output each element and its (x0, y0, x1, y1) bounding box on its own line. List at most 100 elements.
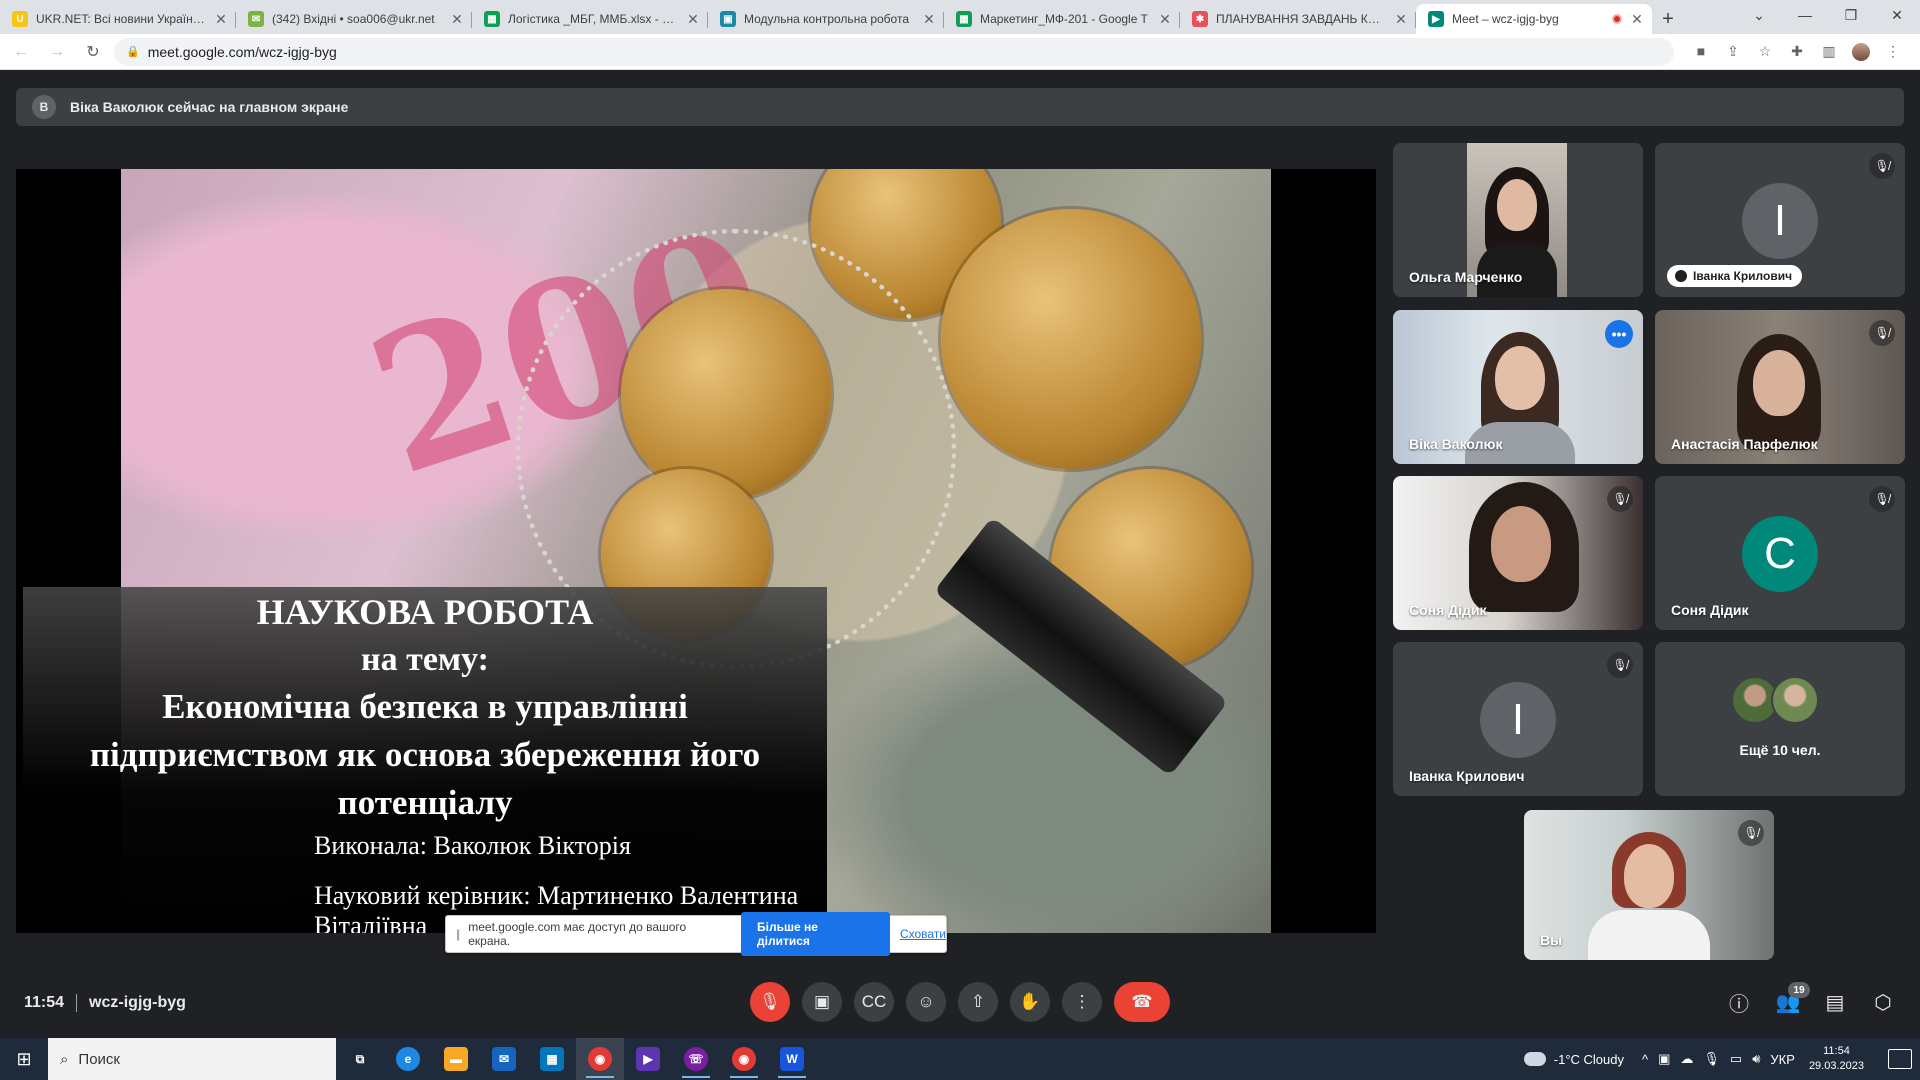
restore-button[interactable]: ❐ (1828, 0, 1874, 30)
browser-tab[interactable]: ✱ ПЛАНУВАННЯ ЗАВДАНЬ КАФЕ ✕ (1180, 4, 1416, 34)
extensions-icon[interactable]: ✚ (1788, 43, 1806, 61)
recording-indicator-icon (1612, 14, 1622, 24)
reload-button[interactable]: ↻ (78, 37, 108, 67)
participant-tile[interactable]: Ольга Марченко (1393, 143, 1643, 297)
favicon-icon: ▣ (720, 11, 736, 27)
meeting-code: wcz-igjg-byg (89, 994, 186, 1011)
taskbar-app-viber[interactable]: ☏ (672, 1038, 720, 1080)
camera-in-use-icon[interactable]: ■ (1692, 43, 1710, 61)
head-shape (1753, 350, 1805, 416)
participant-name: Іванка Крилович (1409, 768, 1525, 784)
favicon-icon: U (12, 11, 28, 27)
slide-author: Виконала: Ваколюк Вікторія (314, 831, 631, 860)
browser-tab-active[interactable]: ▶ Meet – wcz-igjg-byg ✕ (1416, 4, 1652, 34)
start-button[interactable]: ⊞ (0, 1038, 48, 1080)
meeting-info-icon[interactable]: ⓘ (1719, 982, 1759, 1022)
profile-avatar[interactable] (1852, 42, 1870, 61)
participant-avatar: I (1742, 183, 1818, 259)
meeting-details: 11:54 wcz-igjg-byg (24, 968, 186, 1038)
browser-tab[interactable]: U UKR.NET: Всі новини України, о ✕ (0, 4, 236, 34)
taskbar-app-media[interactable]: ▶ (624, 1038, 672, 1080)
browser-tab[interactable]: ▣ Модульна контрольна робота ✕ (708, 4, 944, 34)
participant-tile[interactable]: 🎙︎̸ Соня Дідик (1393, 476, 1643, 630)
mail-icon: ✉ (492, 1047, 516, 1071)
side-panel-icon[interactable]: ▥ (1820, 43, 1838, 61)
people-icon[interactable]: 👥 19 (1768, 982, 1810, 1022)
raise-hand-button[interactable]: ✋ (1010, 982, 1050, 1022)
language-indicator[interactable]: УКР (1770, 1052, 1795, 1067)
close-tab-icon[interactable]: ✕ (214, 11, 228, 28)
taskbar-app-mail[interactable]: ✉ (480, 1038, 528, 1080)
close-tab-icon[interactable]: ✕ (1630, 11, 1644, 28)
tab-search-icon[interactable]: ⌄ (1736, 0, 1782, 30)
close-tab-icon[interactable]: ✕ (450, 11, 464, 28)
close-tab-icon[interactable]: ✕ (1158, 11, 1172, 28)
present-screen-button[interactable]: ⇧ (958, 982, 998, 1022)
windows-taskbar: ⊞ ⌕ Поиск ⧉ e ▬ ✉ ▦ ◉ ▶ ☏ ◉ W -1°C Cloud… (0, 1038, 1920, 1080)
close-tab-icon[interactable]: ✕ (1394, 11, 1408, 28)
bookmark-star-icon[interactable]: ☆ (1756, 43, 1774, 61)
more-options-button[interactable]: ••• (1605, 320, 1633, 348)
back-button[interactable]: ← (6, 37, 36, 67)
new-tab-button[interactable]: + (1652, 4, 1684, 34)
browser-tab[interactable]: ▦ Маркетинг_МФ-201 - Google T ✕ (944, 4, 1180, 34)
taskbar-search[interactable]: ⌕ Поиск (48, 1038, 336, 1080)
more-options-button[interactable]: ⋮ (1062, 982, 1102, 1022)
mic-toggle-button[interactable]: 🎙︎ (750, 982, 790, 1022)
taskbar-app-chrome[interactable]: ◉ (576, 1038, 624, 1080)
weather-widget[interactable]: -1°C Cloudy (1523, 1052, 1624, 1067)
participant-tile[interactable]: 🎙︎̸ I Іванка Крилович (1393, 642, 1643, 796)
taskbar-app-chrome-profile[interactable]: ◉ (720, 1038, 768, 1080)
folder-icon: ▬ (444, 1047, 468, 1071)
camera-toggle-button[interactable]: ▣ (802, 982, 842, 1022)
browser-menu-icon[interactable]: ⋮ (1884, 43, 1902, 61)
address-bar[interactable]: 🔒 meet.google.com/wcz-igjg-byg (114, 37, 1674, 66)
meet-tray-icon[interactable]: ▣ (1658, 1051, 1670, 1067)
tab-title: Meet – wcz-igjg-byg (1452, 12, 1559, 26)
browser-tab[interactable]: ✉ (342) Вхідні • soa006@ukr.net ✕ (236, 4, 472, 34)
captions-button[interactable]: CC (854, 982, 894, 1022)
slide-topic: Економічна безпека в управлінні підприєм… (89, 687, 761, 822)
more-participants-label: Ещё 10 чел. (1739, 742, 1821, 758)
taskbar-app-store[interactable]: ▦ (528, 1038, 576, 1080)
presenter-banner-text: Віка Ваколюк сейчас на главном экране (70, 99, 349, 115)
participant-tile[interactable]: 🎙︎̸ I Іванка Крилович (1655, 143, 1905, 297)
reactions-button[interactable]: ☺ (906, 982, 946, 1022)
microphone-icon[interactable]: 🎙︎ (1703, 1051, 1720, 1067)
taskbar-app-edge[interactable]: e (384, 1038, 432, 1080)
hide-notice-link[interactable]: Сховати (900, 927, 946, 941)
participant-tile[interactable]: 🎙︎̸ Анастасія Парфелюк (1655, 310, 1905, 464)
share-icon[interactable]: ⇪ (1724, 43, 1742, 61)
onedrive-icon[interactable]: ☁ (1680, 1051, 1693, 1067)
mic-off-icon: 🎙︎̸ (1869, 153, 1895, 179)
network-icon[interactable]: ▭ (1730, 1051, 1742, 1067)
stop-sharing-button[interactable]: Більше не ділитися (741, 912, 890, 956)
tray-overflow-icon[interactable]: ^ (1642, 1052, 1648, 1067)
participant-name: Іванка Крилович (1693, 269, 1793, 283)
browser-tab[interactable]: ▦ Логістика _МБГ, ММБ.xlsx - Goo ✕ (472, 4, 708, 34)
task-view-button[interactable]: ⧉ (336, 1038, 384, 1080)
close-tab-icon[interactable]: ✕ (686, 11, 700, 28)
participant-tile-active[interactable]: ••• Віка Ваколюк (1393, 310, 1643, 464)
taskbar-app-explorer[interactable]: ▬ (432, 1038, 480, 1080)
taskbar-app-word[interactable]: W (768, 1038, 816, 1080)
participant-thumb (1771, 676, 1819, 724)
chat-icon[interactable]: ▤ (1815, 982, 1855, 1022)
participant-tile[interactable]: 🎙︎̸ C Соня Дідик (1655, 476, 1905, 630)
close-window-button[interactable]: ✕ (1874, 0, 1920, 30)
close-tab-icon[interactable]: ✕ (922, 11, 936, 28)
notifications-icon[interactable] (1888, 1049, 1912, 1069)
participant-name: Ольга Марченко (1409, 269, 1523, 285)
lock-icon[interactable]: 🔒 (126, 45, 140, 58)
more-participants-tile[interactable]: Ещё 10 чел. (1655, 642, 1905, 796)
leave-call-button[interactable]: ☎ (1114, 982, 1170, 1022)
clock[interactable]: 11:54 29.03.2023 (1809, 1044, 1864, 1074)
minimize-button[interactable]: — (1782, 0, 1828, 30)
drag-handle-icon[interactable]: || (456, 927, 460, 941)
forward-button[interactable]: → (42, 37, 72, 67)
self-view-tile[interactable]: 🎙︎̸ Вы (1524, 810, 1774, 960)
activities-icon[interactable]: ⬡ (1863, 982, 1903, 1022)
presentation-view[interactable]: 200 НАУКОВА РОБОТА на тему: Економічна б… (16, 169, 1376, 933)
volume-icon[interactable]: 🔊︎ (1752, 1051, 1760, 1067)
url-text: meet.google.com/wcz-igjg-byg (147, 43, 337, 60)
